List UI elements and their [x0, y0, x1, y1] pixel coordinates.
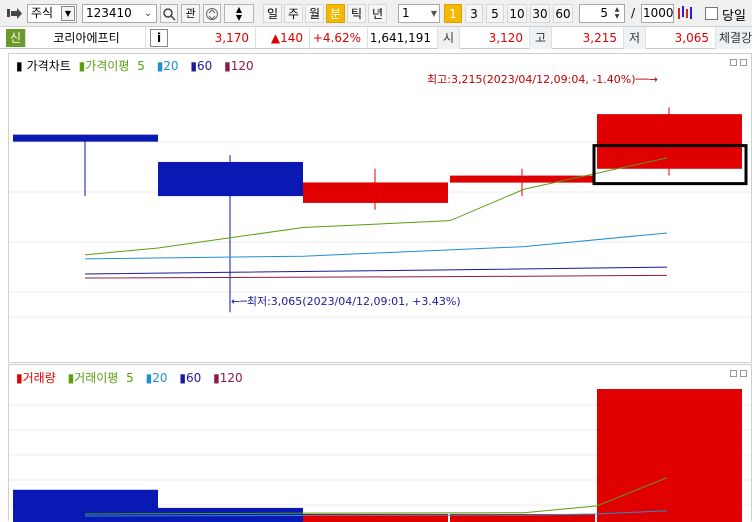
price-chart-panel[interactable]: ▮ 가격차트 ▮가격이평 5 ▮20 ▮60 ▮120 최고:3,215(2023… [8, 53, 752, 363]
trade-volume: 1,641,191 [368, 27, 438, 49]
panel-minimize-icon[interactable] [730, 370, 737, 377]
period-month-button[interactable]: 월 [305, 4, 324, 23]
change-rate: +4.62% [310, 27, 368, 49]
stepper-arrows-icon[interactable]: ▲ ▼ [611, 6, 623, 21]
open-label: 시 [438, 27, 460, 49]
chevron-down-icon[interactable]: ▼ [61, 6, 75, 21]
period-tick-button[interactable]: 틱 [347, 4, 366, 23]
price-change: ▲140 [256, 27, 310, 49]
stock-name: 코리아에프티 [28, 27, 146, 49]
gwan-button[interactable]: 관 [181, 4, 200, 23]
volume-legend-title: 거래량 [22, 371, 56, 385]
high-label: 고 [530, 27, 552, 49]
candle-body [303, 182, 448, 203]
chart-settings-icon[interactable] [676, 4, 694, 23]
compare-icon[interactable] [203, 4, 221, 23]
badge-new: 신 [6, 29, 26, 47]
count-value: 5 [600, 6, 608, 20]
period-week-button[interactable]: 주 [284, 4, 303, 23]
low-price: 3,065 [646, 27, 716, 49]
minute-10-button[interactable]: 10 [507, 4, 527, 23]
candle-body [450, 175, 595, 183]
vol-ma20-label: 20 [152, 371, 168, 385]
vol-ma60-label: 60 [185, 371, 202, 385]
period-year-button[interactable]: 년 [368, 4, 387, 23]
chevron-down-icon[interactable]: ▼ [431, 5, 437, 22]
ma120-line [84, 274, 668, 279]
total-count-value: 1000 [643, 6, 674, 20]
strength-label: 체결강 [716, 27, 752, 49]
volume-legend: ▮거래량 ▮거래이평 5 ▮20 ▮60 ▮120 [16, 371, 243, 385]
menu-arrow-icon[interactable] [6, 4, 24, 23]
chevron-down-icon[interactable]: ⌄ [141, 6, 155, 21]
stock-info-button[interactable]: i [150, 29, 168, 47]
candle-body [597, 114, 742, 169]
minute-3-button[interactable]: 3 [465, 4, 483, 23]
vol-ma120-label: 120 [219, 371, 243, 385]
minute-1-button[interactable]: 1 [444, 4, 462, 23]
interval-value: 1 [402, 6, 410, 20]
open-price: 3,120 [460, 27, 530, 49]
count-stepper[interactable]: 5 ▲ ▼ [579, 4, 625, 23]
scroll-updown-icon[interactable]: ▲ ▼ [224, 4, 254, 23]
vol-ma5-label: 5 [126, 371, 134, 385]
total-count-field[interactable]: 1000 [641, 4, 674, 23]
volume-bar [597, 389, 742, 522]
volume-ma-label: 거래이평 [74, 371, 119, 385]
quote-bar: 신 코리아에프티 i 3,170 ▲140 +4.62% 1,641,191 시… [0, 27, 752, 49]
candle-body [158, 161, 303, 197]
market-select[interactable]: 주식 ▼ [27, 4, 77, 23]
today-label: 당일 [722, 9, 746, 24]
volume-bar [158, 507, 303, 522]
low-annotation: ←─최저:3,065(2023/04/12,09:01, +3.43%) [231, 295, 461, 308]
market-select-value: 주식 [31, 6, 54, 20]
volume-chart [9, 389, 751, 522]
code-input-value: 123410 [86, 6, 132, 20]
ma5-label: 5 [137, 59, 145, 73]
count-slash: / [631, 6, 636, 20]
ma60-line [84, 266, 668, 275]
today-checkbox[interactable] [705, 7, 718, 20]
period-minute-button[interactable]: 분 [326, 4, 345, 23]
panel-close-icon[interactable] [740, 370, 747, 377]
minute-5-button[interactable]: 5 [486, 4, 504, 23]
price-chart: 최고:3,215(2023/04/12,09:04, -1.40%)──→ ←─최… [9, 73, 751, 318]
code-input[interactable]: 123410 ⌄ [82, 4, 157, 23]
low-label: 저 [624, 27, 646, 49]
price-ma-label: 가격이평 [85, 59, 130, 73]
ma120-label: 120 [230, 59, 254, 73]
high-annotation: 최고:3,215(2023/04/12,09:04, -1.40%)──→ [427, 73, 658, 86]
panel-minimize-icon[interactable] [730, 59, 737, 66]
current-price: 3,170 [172, 27, 256, 49]
ma60-label: 60 [197, 59, 213, 73]
interval-select[interactable]: 1 ▼ [398, 4, 440, 23]
panel-close-icon[interactable] [740, 59, 747, 66]
price-legend-title: 가격차트 [26, 59, 71, 73]
volume-chart-panel[interactable]: ▮거래량 ▮거래이평 5 ▮20 ▮60 ▮120 [8, 364, 752, 522]
search-icon[interactable] [160, 4, 178, 23]
ma20-label: 20 [163, 59, 179, 73]
minute-60-button[interactable]: 60 [553, 4, 573, 23]
candle-body [13, 134, 158, 142]
minute-30-button[interactable]: 30 [530, 4, 550, 23]
chart-toolbar: 주식 ▼ 123410 ⌄ 관 ▲ ▼ 일 주 월 분 틱 년 1 ▼ 1 3 5… [0, 0, 752, 27]
volume-bar [13, 489, 158, 522]
high-price: 3,215 [552, 27, 624, 49]
period-day-button[interactable]: 일 [263, 4, 282, 23]
